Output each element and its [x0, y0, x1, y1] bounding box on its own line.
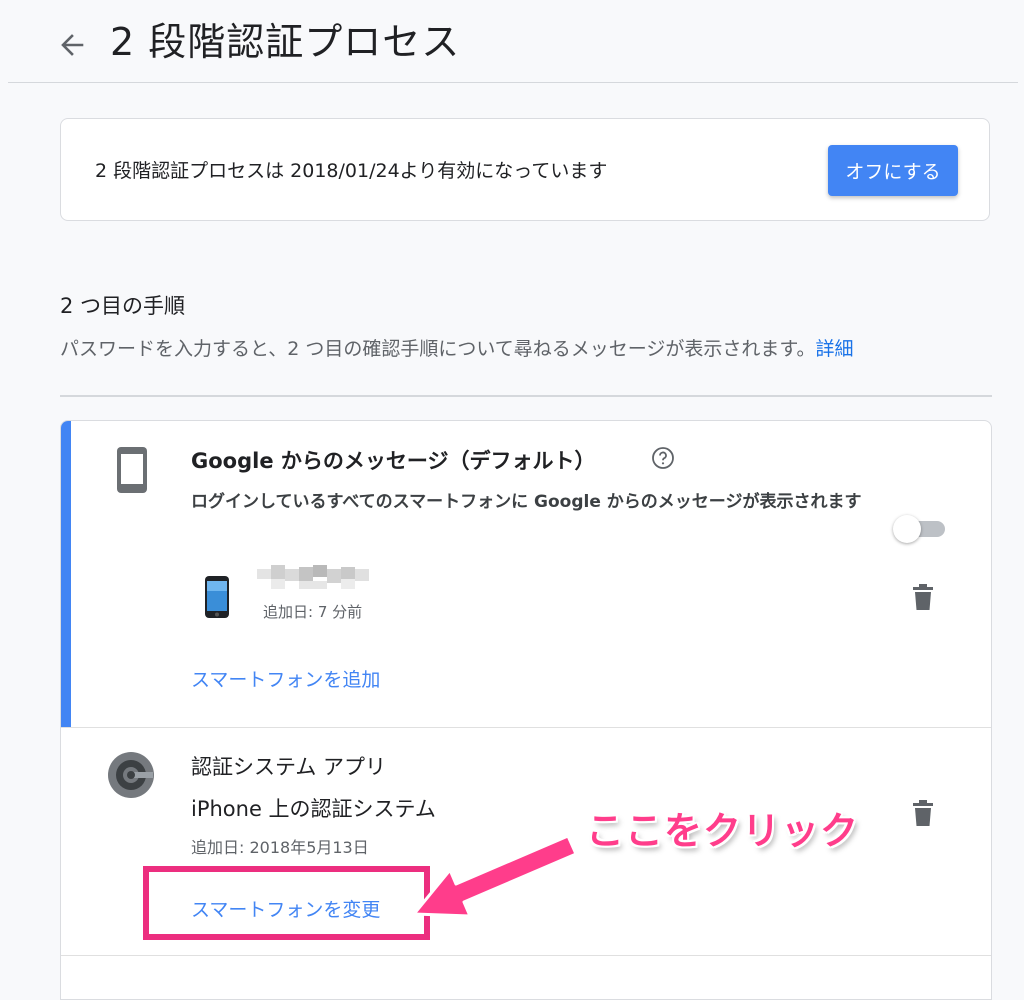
- arrow-back-icon[interactable]: [56, 24, 92, 64]
- status-card: 2 段階認証プロセスは 2018/01/24より有効になっています オフにする: [60, 118, 990, 221]
- help-circle-icon[interactable]: [651, 446, 675, 470]
- toggle-knob: [893, 515, 921, 543]
- device-name-redacted: [257, 565, 373, 591]
- authenticator-app-icon: [107, 751, 155, 799]
- default-label: （デフォルト）: [448, 449, 596, 473]
- authenticator-title: 認証システム アプリ: [191, 755, 387, 779]
- annotation-highlight-box: [143, 866, 430, 940]
- section-title: 2 つ目の手順: [60, 294, 186, 318]
- trash-icon[interactable]: [911, 799, 935, 827]
- google-prompt-description: ログインしているすべてのスマートフォンに Google からのメッセージが表示さ…: [191, 492, 862, 512]
- google-prompt-toggle[interactable]: [893, 515, 947, 543]
- iphone-icon: [204, 575, 230, 619]
- section-divider: [60, 395, 992, 397]
- annotation-arrow: [400, 810, 600, 940]
- google-prompt-title: Google からのメッセージ（デフォルト）: [191, 445, 595, 475]
- section-description-text: パスワードを入力すると、2 つ目の確認手順について尋ねるメッセージが表示されます…: [60, 338, 816, 360]
- smartphone-icon: [115, 445, 149, 495]
- annotation-callout-text: ここをクリック: [586, 809, 860, 853]
- page-title: 2 段階認証プロセス: [110, 20, 461, 64]
- header-divider: [8, 82, 1018, 83]
- trash-icon[interactable]: [911, 583, 935, 611]
- section-description: パスワードを入力すると、2 つ目の確認手順について尋ねるメッセージが表示されます…: [60, 334, 854, 361]
- add-phone-link[interactable]: スマートフォンを追加: [191, 665, 380, 692]
- turn-off-button[interactable]: オフにする: [828, 145, 958, 196]
- status-text: 2 段階認証プロセスは 2018/01/24より有効になっています: [95, 160, 608, 182]
- option-divider: [61, 727, 991, 728]
- page-header: 2 段階認証プロセス: [0, 0, 1024, 83]
- authenticator-added-date: 追加日: 2018年5月13日: [191, 838, 369, 857]
- google-prompt-title-name: Google からのメッセージ: [191, 449, 449, 473]
- default-option-accent-bar: [61, 421, 71, 727]
- device-added-date: 追加日: 7 分前: [263, 603, 363, 621]
- option-divider: [61, 955, 991, 956]
- learn-more-link[interactable]: 詳細: [816, 338, 854, 360]
